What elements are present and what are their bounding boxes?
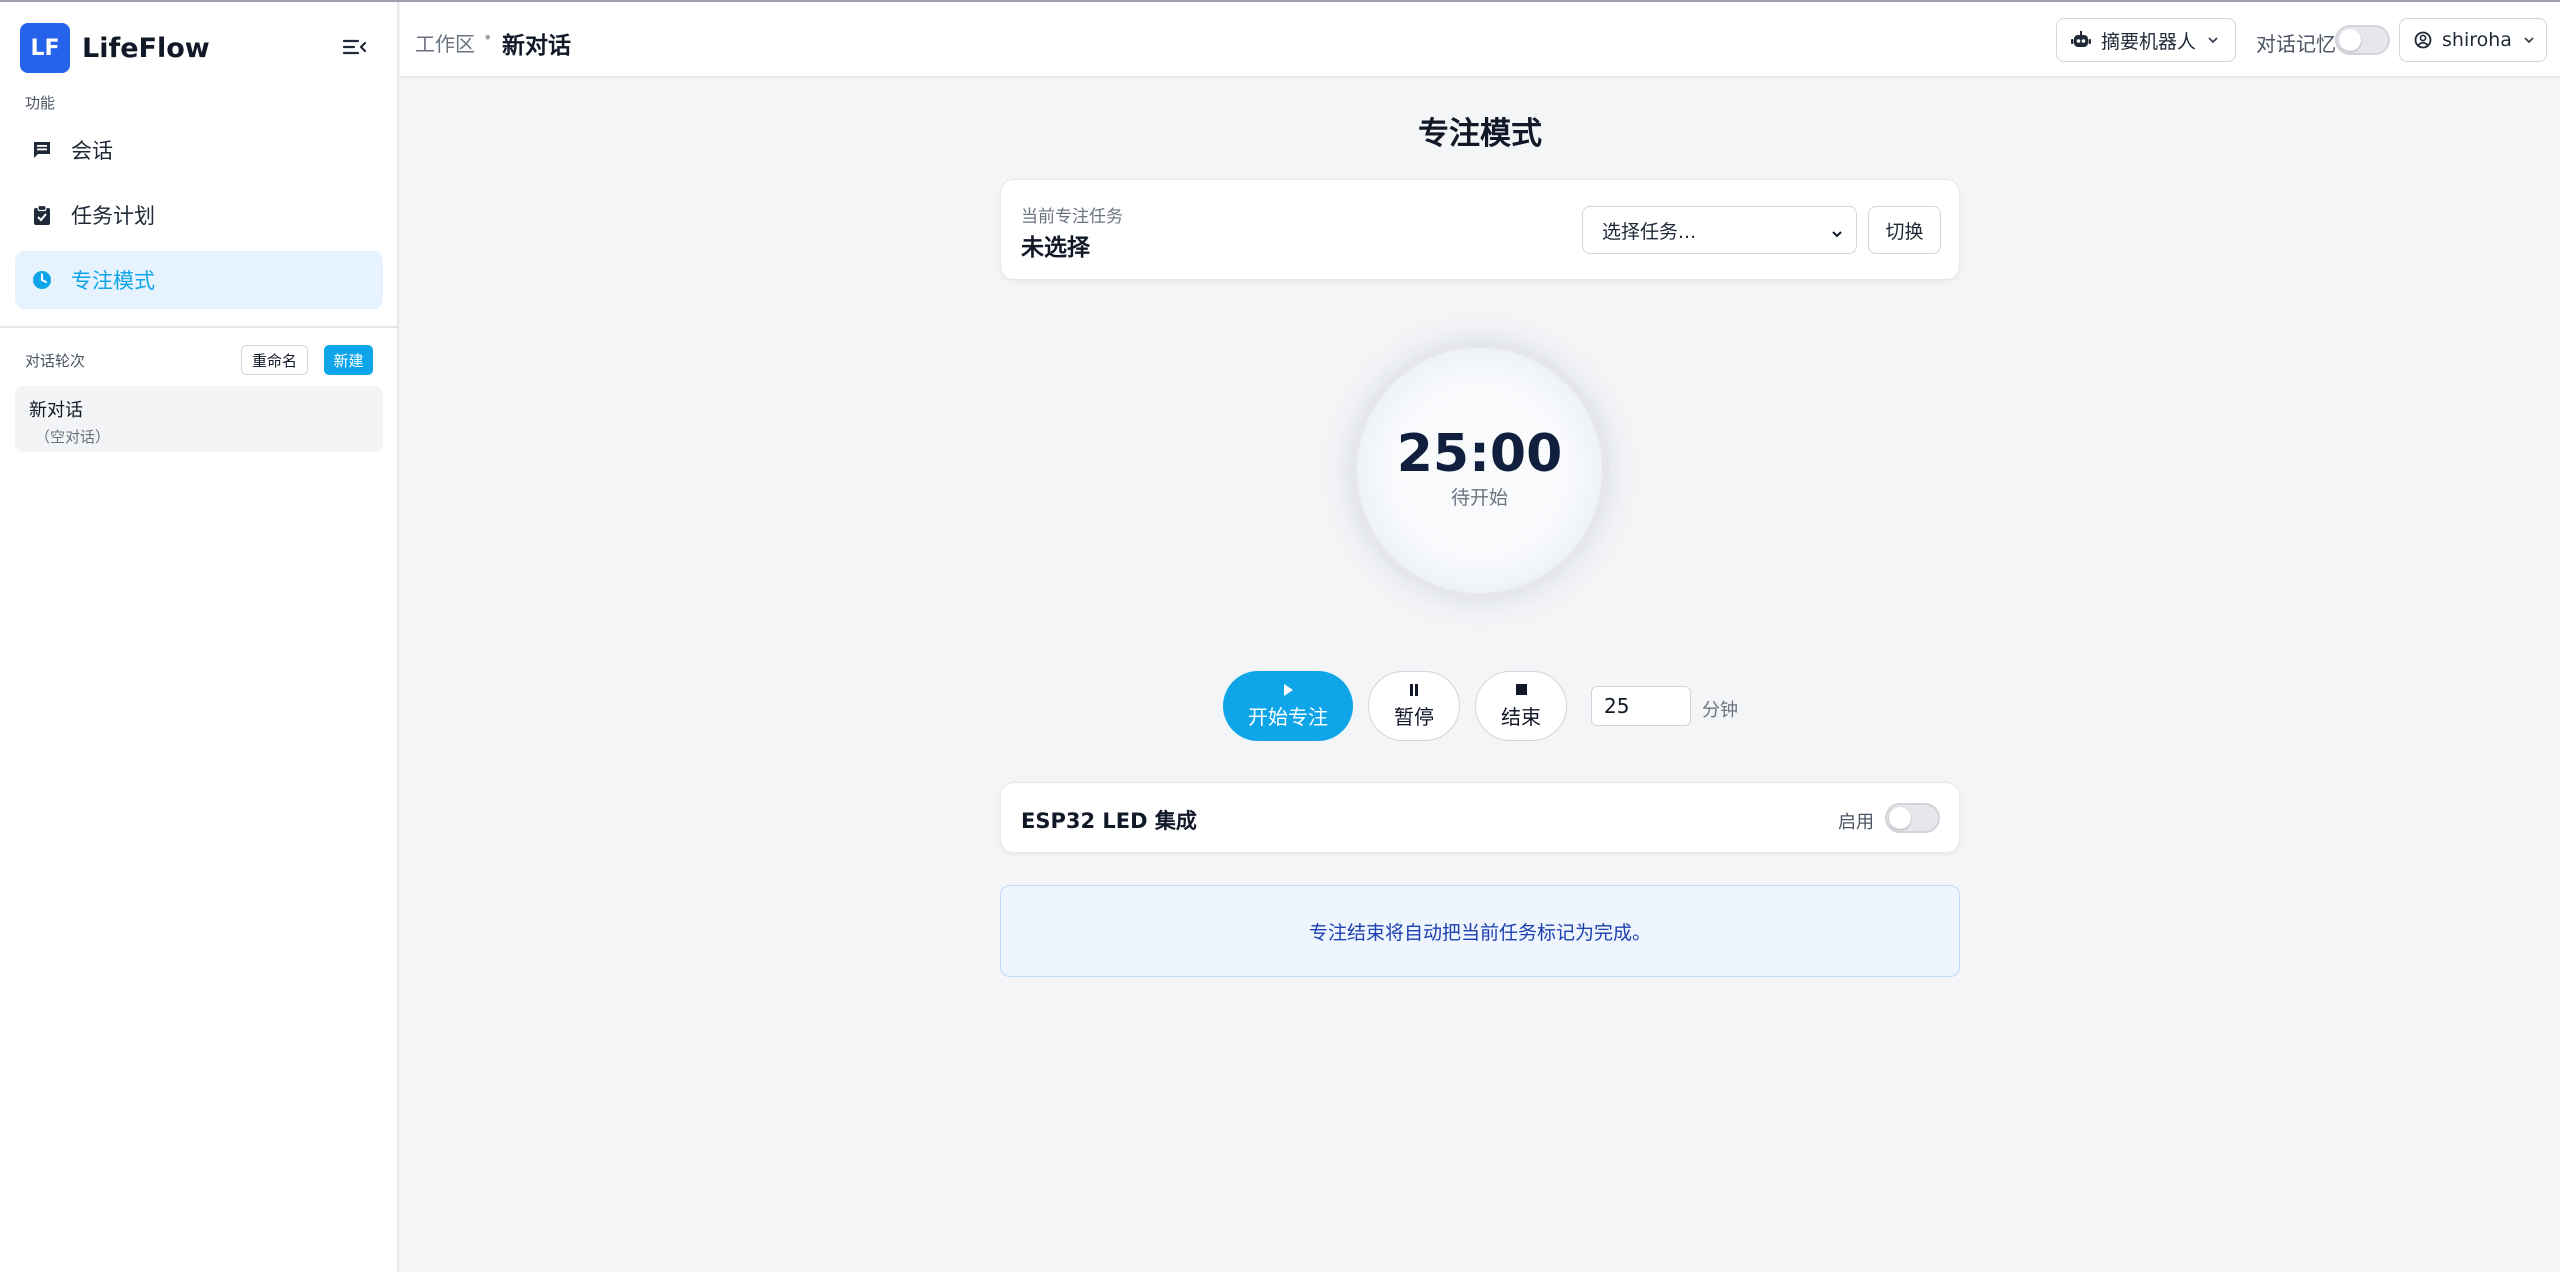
sidebar-item-focus-mode[interactable]: 专注模式 xyxy=(15,251,383,309)
conversation-item[interactable]: 新对话 （空对话） xyxy=(15,386,383,452)
brand: LF LifeFlow xyxy=(20,22,210,74)
sidebar-item-label: 会话 xyxy=(71,139,113,163)
rename-button[interactable]: 重命名 xyxy=(241,345,308,375)
user-name: shiroha xyxy=(2442,29,2512,51)
robot-icon xyxy=(2071,30,2091,50)
breadcrumb-current: 新对话 xyxy=(502,33,571,59)
new-conversation-button[interactable]: 新建 xyxy=(324,345,373,375)
top-header: 工作区 • 新对话 摘要机器人 对话记忆 shiroha xyxy=(400,2,2560,78)
user-circle-icon xyxy=(2414,30,2432,50)
memory-toggle-label: 对话记忆 xyxy=(2256,32,2336,56)
user-menu-button[interactable]: shiroha xyxy=(2399,18,2547,62)
conversation-subtitle: （空对话） xyxy=(35,428,111,446)
chat-icon xyxy=(31,139,53,161)
clock-icon xyxy=(31,269,53,291)
info-notice: 专注结束将自动把当前任务标记为完成。 xyxy=(1000,885,1960,977)
switch-task-button[interactable]: 切换 xyxy=(1868,206,1941,254)
chevron-down-icon xyxy=(2206,33,2220,47)
breadcrumb-separator: • xyxy=(483,28,493,47)
toggle-knob xyxy=(1889,807,1911,829)
start-focus-label: 开始专注 xyxy=(1248,704,1328,729)
timer-value: 25:00 xyxy=(1396,424,1563,484)
esp32-led-card: ESP32 LED 集成 启用 xyxy=(1000,782,1960,853)
esp32-led-title: ESP32 LED 集成 xyxy=(1021,809,1197,833)
task-select[interactable]: 选择任务... xyxy=(1582,206,1857,254)
sidebar-item-label: 任务计划 xyxy=(71,204,155,228)
app-logo: LF xyxy=(20,23,70,73)
app-name: LifeFlow xyxy=(82,32,210,64)
current-task-value: 未选择 xyxy=(1021,235,1090,261)
collapse-sidebar-icon[interactable] xyxy=(340,34,368,60)
minutes-input[interactable]: 25 xyxy=(1591,686,1691,726)
conversation-title: 新对话 xyxy=(29,400,83,421)
pause-label: 暂停 xyxy=(1394,704,1434,729)
esp32-enable-label: 启用 xyxy=(1838,812,1874,833)
sidebar-item-chat[interactable]: 会话 xyxy=(15,121,383,179)
bot-selector-label: 摘要机器人 xyxy=(2101,30,2197,53)
end-button[interactable]: 结束 xyxy=(1475,671,1567,741)
bot-selector-button[interactable]: 摘要机器人 xyxy=(2056,18,2236,62)
sidebar-item-label: 专注模式 xyxy=(71,269,155,293)
chevron-down-icon xyxy=(1830,224,1844,238)
page-title: 专注模式 xyxy=(1418,116,1542,152)
pause-button[interactable]: 暂停 xyxy=(1368,671,1460,741)
memory-toggle[interactable] xyxy=(2335,25,2390,55)
start-focus-button[interactable]: 开始专注 xyxy=(1223,671,1353,741)
sidebar: LF LifeFlow 功能 会话 任务计划 专注模式 对话轮次 重命名 新建 … xyxy=(0,2,399,1272)
stop-icon xyxy=(1514,683,1528,697)
minutes-unit: 分钟 xyxy=(1702,700,1738,721)
play-icon xyxy=(1281,683,1295,697)
section-label-functions: 功能 xyxy=(25,94,56,112)
section-label-conversations: 对话轮次 xyxy=(25,352,86,370)
task-select-value: 选择任务... xyxy=(1602,220,1697,243)
toggle-knob xyxy=(2339,29,2361,51)
current-task-card: 当前专注任务 未选择 选择任务... 切换 xyxy=(1000,179,1960,280)
sidebar-divider xyxy=(0,326,397,328)
sidebar-item-task-plan[interactable]: 任务计划 xyxy=(15,186,383,244)
chevron-down-icon xyxy=(2522,33,2536,47)
timer-status: 待开始 xyxy=(1450,487,1508,509)
end-label: 结束 xyxy=(1501,704,1541,729)
clipboard-icon xyxy=(31,204,53,226)
breadcrumb-root[interactable]: 工作区 xyxy=(415,28,475,57)
pause-icon xyxy=(1407,683,1421,697)
esp32-enable-toggle[interactable] xyxy=(1885,803,1940,833)
current-task-label: 当前专注任务 xyxy=(1021,207,1123,227)
